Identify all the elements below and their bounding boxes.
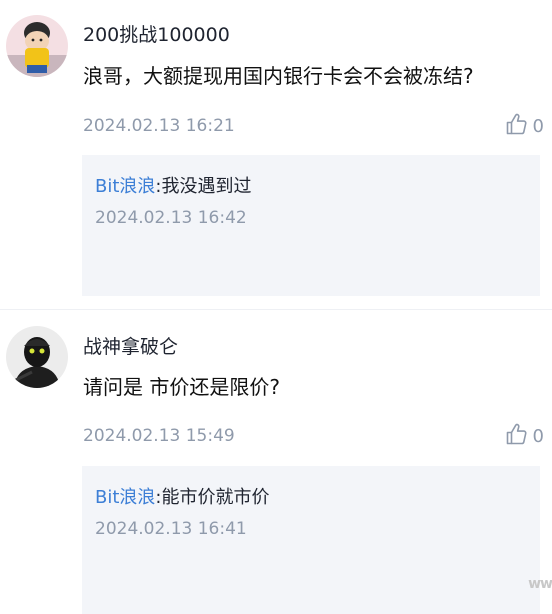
comment-item: 200挑战100000 浪哥，大额提现用国内银行卡会不会被冻结? 2024.02…	[0, 0, 552, 309]
reply-line: Bit浪浪:能市价就市价	[95, 483, 270, 509]
reply-text: :能市价就市价	[155, 487, 270, 508]
thumbs-up-icon	[505, 112, 529, 140]
comment-content: 请问是 市价还是限价?	[83, 375, 280, 399]
like-button[interactable]: 0	[505, 422, 544, 450]
comment-timestamp: 2024.02.13 15:49	[83, 426, 235, 446]
reply-author[interactable]: Bit浪浪	[95, 487, 155, 508]
avatar[interactable]	[6, 326, 68, 388]
comment-username[interactable]: 200挑战100000	[83, 20, 230, 47]
avatar[interactable]	[6, 15, 68, 77]
comment-list: 200挑战100000 浪哥，大额提现用国内银行卡会不会被冻结? 2024.02…	[0, 0, 552, 614]
reply-box: Bit浪浪:我没遇到过 2024.02.13 16:42	[82, 155, 540, 296]
avatar-image-cartoon	[6, 15, 68, 77]
thumbs-up-icon	[505, 422, 529, 450]
reply-timestamp: 2024.02.13 16:42	[95, 208, 247, 228]
reply-text: :我没遇到过	[155, 176, 252, 197]
reply-line: Bit浪浪:我没遇到过	[95, 172, 252, 198]
reply-author[interactable]: Bit浪浪	[95, 176, 155, 197]
like-count: 0	[532, 115, 544, 137]
reply-box: Bit浪浪:能市价就市价 2024.02.13 16:41	[82, 466, 540, 614]
comment-username[interactable]: 战神拿破仑	[83, 332, 178, 359]
comment-timestamp: 2024.02.13 16:21	[83, 116, 235, 136]
comment-item: 战神拿破仑 请问是 市价还是限价? 2024.02.13 15:49 0 Bit…	[0, 310, 552, 614]
reply-timestamp: 2024.02.13 16:41	[95, 519, 247, 539]
like-button[interactable]: 0	[505, 112, 544, 140]
avatar-image-soldier	[6, 326, 68, 388]
comment-content: 浪哥，大额提现用国内银行卡会不会被冻结?	[83, 64, 474, 88]
watermark: ww	[528, 576, 552, 592]
like-count: 0	[532, 425, 544, 447]
